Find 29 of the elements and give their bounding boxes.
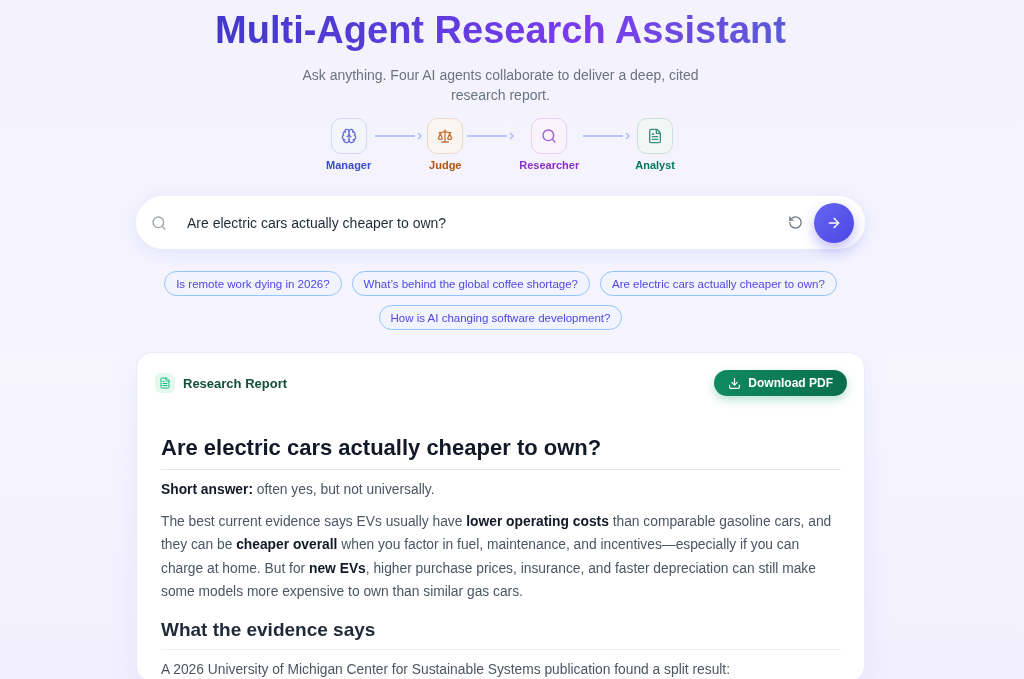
document-icon <box>155 373 175 393</box>
agent-label: Manager <box>326 159 372 172</box>
search-input[interactable]: Are electric cars actually cheaper to own? <box>187 214 776 231</box>
report-paragraph: Short answer: often yes, but not universally. <box>161 481 436 499</box>
refresh-icon[interactable] <box>788 215 803 230</box>
report-paragraph: A 2026 University of Michigan Center for Sustainable Systems publication found a split result: <box>161 660 732 679</box>
agent-label: Analyst <box>635 159 675 172</box>
report-heading: Are electric cars actually cheaper to own? <box>161 433 841 470</box>
suggestion-chip[interactable]: Is remote work dying in 2026? <box>164 271 342 296</box>
document-icon <box>637 118 674 154</box>
app-subtitle: Ask anything. Four AI agents collaborate to deliver a deep, cited research report. <box>301 66 700 105</box>
search-icon <box>151 214 167 231</box>
connector-arrow <box>467 131 516 141</box>
suggestion-chip[interactable]: What’s behind the global coffee shortage? <box>351 271 590 296</box>
magnifier-icon <box>531 118 568 154</box>
agent-label: Researcher <box>519 159 580 172</box>
agent-label: Judge <box>429 159 462 172</box>
report-paragraph: The best current evidence says EVs usually have lower operating costs than comparable gasoline cars, and they can be cheaper overall when you factor in fuel, maintenance, and incentives—especially if you can charge at home. But for new EVs, higher purchase prices, insurance, and faster depreciation can still make some models more expensive to own than similar gas cars. <box>161 512 833 601</box>
scales-icon <box>427 118 464 154</box>
connector-arrow <box>375 131 424 141</box>
submit-button[interactable] <box>814 202 854 243</box>
download-pdf-button[interactable]: Download PDF <box>714 370 847 396</box>
report-title: Research Report <box>183 375 288 391</box>
section-heading: What the evidence says <box>161 616 841 650</box>
suggestion-chip[interactable]: How is AI changing software development? <box>378 305 623 330</box>
connector-arrow <box>583 131 632 141</box>
suggestion-chip[interactable]: Are electric cars actually cheaper to own? <box>600 271 837 296</box>
brain-icon <box>330 118 367 154</box>
download-icon <box>728 376 742 390</box>
